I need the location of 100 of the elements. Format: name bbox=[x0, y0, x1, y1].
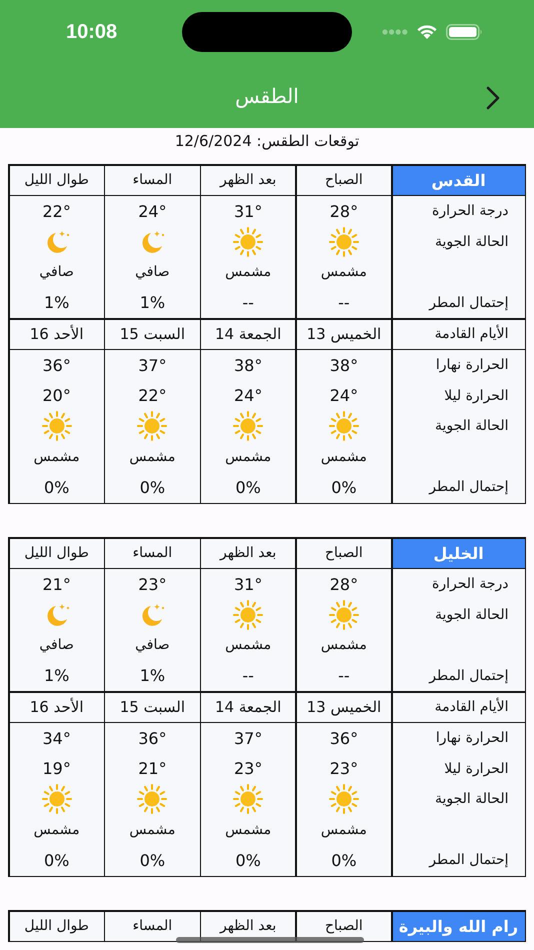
row-label: الحالة الجوية bbox=[434, 417, 510, 436]
high-temperature: 38° bbox=[232, 354, 264, 377]
sun-icon bbox=[40, 409, 74, 444]
condition-text: صافي bbox=[38, 263, 75, 282]
rain-chance: 0% bbox=[330, 850, 358, 872]
condition-text: مشمس bbox=[224, 448, 272, 467]
condition-text: صافي bbox=[134, 636, 171, 656]
condition-text: مشمس bbox=[320, 263, 368, 282]
row-label: إحتمال المطر bbox=[428, 666, 510, 686]
high-temperature: 36° bbox=[41, 354, 72, 377]
city-name: رام الله والبيرة bbox=[392, 912, 524, 940]
rain-chance: -- bbox=[337, 665, 351, 688]
condition-text: مشمس bbox=[320, 820, 368, 840]
day-label: الجمعة 14 bbox=[201, 320, 296, 348]
screen-title: الطقس bbox=[235, 84, 299, 108]
wifi-icon bbox=[416, 24, 438, 40]
column-header: طوال الليل bbox=[10, 166, 104, 194]
row-label: إحتمال المطر bbox=[428, 294, 510, 313]
low-temperature: 23° bbox=[232, 758, 264, 780]
row-label: الحرارة ليلا bbox=[443, 760, 510, 779]
column-header: الصباح bbox=[296, 912, 391, 940]
condition-text: صافي bbox=[38, 636, 75, 656]
rain-chance: 1% bbox=[138, 665, 166, 688]
sun-icon bbox=[326, 782, 361, 816]
rain-chance: 1% bbox=[42, 292, 70, 314]
temperature: 23° bbox=[137, 574, 168, 596]
day-label: السبت 15 bbox=[105, 320, 200, 348]
temperature: 31° bbox=[232, 200, 264, 223]
row-label: الحالة الجوية bbox=[434, 790, 510, 810]
sun-icon bbox=[135, 409, 170, 444]
rain-chance: -- bbox=[241, 292, 255, 314]
rain-chance: 0% bbox=[42, 476, 70, 499]
city-name: الخليل bbox=[392, 538, 524, 568]
row-label: درجة الحرارة bbox=[430, 575, 510, 594]
condition-text: مشمس bbox=[128, 448, 176, 467]
day-label: السبت 15 bbox=[105, 692, 200, 722]
low-temperature: 21° bbox=[137, 758, 168, 780]
sun-icon bbox=[326, 409, 361, 444]
column-header: طوال الليل bbox=[10, 912, 104, 940]
row-label: درجة الحرارة bbox=[430, 202, 510, 222]
condition-text: مشمس bbox=[320, 448, 368, 467]
column-header: طوال الليل bbox=[10, 538, 104, 568]
temperature: 28° bbox=[328, 574, 360, 596]
chevron-right-icon[interactable] bbox=[486, 86, 500, 110]
low-temperature: 22° bbox=[137, 385, 168, 408]
rain-chance: 1% bbox=[42, 665, 70, 688]
rain-chance: -- bbox=[337, 292, 351, 314]
row-label: إحتمال المطر bbox=[428, 478, 510, 498]
day-label: الخميس 13 bbox=[296, 320, 391, 348]
temperature: 22° bbox=[41, 200, 72, 223]
low-temperature: 24° bbox=[232, 385, 264, 408]
low-temperature: 20° bbox=[41, 385, 72, 408]
day-label: الأحد 16 bbox=[10, 320, 104, 348]
condition-text: مشمس bbox=[224, 263, 272, 282]
high-temperature: 34° bbox=[41, 728, 72, 750]
high-temperature: 37° bbox=[232, 728, 264, 750]
sun-icon bbox=[231, 409, 266, 444]
condition-text: مشمس bbox=[224, 820, 272, 840]
rain-chance: 0% bbox=[138, 850, 166, 872]
rain-chance: 0% bbox=[138, 476, 166, 499]
forecast-date: توقعات الطقس: 12/6/2024 bbox=[174, 131, 360, 152]
row-label: الحالة الجوية bbox=[434, 232, 510, 252]
row-label: الحرارة نهارا bbox=[434, 356, 510, 376]
column-header: بعد الظهر bbox=[201, 538, 296, 568]
rain-chance: 1% bbox=[138, 292, 166, 314]
rain-chance: -- bbox=[241, 665, 255, 688]
sun-icon bbox=[40, 782, 74, 816]
signal-icon bbox=[382, 29, 408, 35]
condition-text: مشمس bbox=[128, 820, 176, 840]
high-temperature: 36° bbox=[328, 728, 360, 750]
low-temperature: 23° bbox=[328, 758, 360, 780]
sun-icon bbox=[326, 224, 361, 259]
high-temperature: 36° bbox=[137, 728, 168, 750]
condition-text: مشمس bbox=[32, 448, 81, 467]
row-label: الحرارة نهارا bbox=[434, 729, 510, 748]
high-temperature: 38° bbox=[328, 354, 360, 377]
low-temperature: 24° bbox=[328, 385, 360, 408]
condition-text: صافي bbox=[134, 263, 171, 282]
sun-icon bbox=[326, 598, 361, 632]
condition-text: مشمس bbox=[32, 820, 81, 840]
rain-chance: 0% bbox=[234, 850, 262, 872]
row-label: الأيام القادمة bbox=[392, 692, 524, 722]
sun-icon bbox=[231, 782, 266, 816]
battery-icon bbox=[446, 24, 483, 40]
city-name: القدس bbox=[392, 166, 524, 194]
low-temperature: 19° bbox=[41, 758, 72, 780]
temperature: 21° bbox=[41, 574, 72, 596]
rain-chance: 0% bbox=[42, 850, 70, 872]
column-header: الصباح bbox=[296, 538, 391, 568]
row-label: إحتمال المطر bbox=[428, 851, 510, 870]
sun-icon bbox=[231, 224, 266, 259]
temperature: 31° bbox=[232, 574, 264, 596]
column-header: المساء bbox=[105, 912, 200, 940]
row-label: الحرارة ليلا bbox=[443, 386, 510, 406]
column-header: بعد الظهر bbox=[201, 166, 296, 194]
condition-text: مشمس bbox=[224, 636, 272, 656]
rain-chance: 0% bbox=[234, 476, 262, 499]
row-label: الأيام القادمة bbox=[392, 320, 524, 348]
condition-text: مشمس bbox=[320, 636, 368, 656]
sun-icon bbox=[135, 782, 170, 816]
